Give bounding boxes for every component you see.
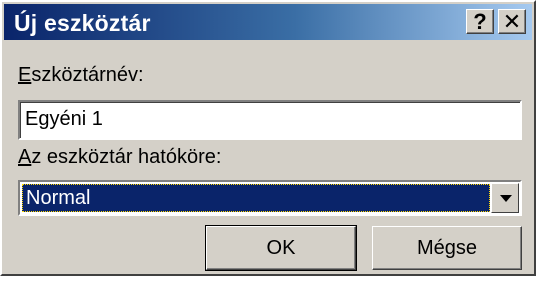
toolbar-name-input[interactable]: Egyéni 1: [18, 100, 522, 140]
scope-label-mnemonic: A: [18, 146, 32, 168]
toolbar-name-label-mnemonic: E: [18, 64, 32, 86]
cancel-button[interactable]: Mégse: [372, 226, 522, 270]
scope-label: Az eszköztár hatóköre:: [18, 146, 221, 169]
dropdown-arrow-button[interactable]: [491, 183, 519, 213]
scope-selected-value[interactable]: Normal: [22, 184, 490, 212]
help-button[interactable]: ?: [466, 9, 494, 34]
help-icon: ?: [473, 8, 487, 34]
ok-button[interactable]: OK: [205, 225, 357, 271]
scope-select[interactable]: Normal: [18, 180, 522, 216]
close-button[interactable]: ✕: [498, 9, 526, 34]
toolbar-name-label-text: szköztárnév:: [31, 64, 144, 86]
title-bar: Új eszköztár ? ✕: [4, 4, 532, 40]
toolbar-name-label: Eszköztárnév:: [18, 64, 144, 87]
close-icon: ✕: [502, 8, 522, 34]
dialog-title: Új eszköztár: [14, 10, 151, 36]
scope-label-text: z eszköztár hatóköre:: [31, 146, 222, 168]
